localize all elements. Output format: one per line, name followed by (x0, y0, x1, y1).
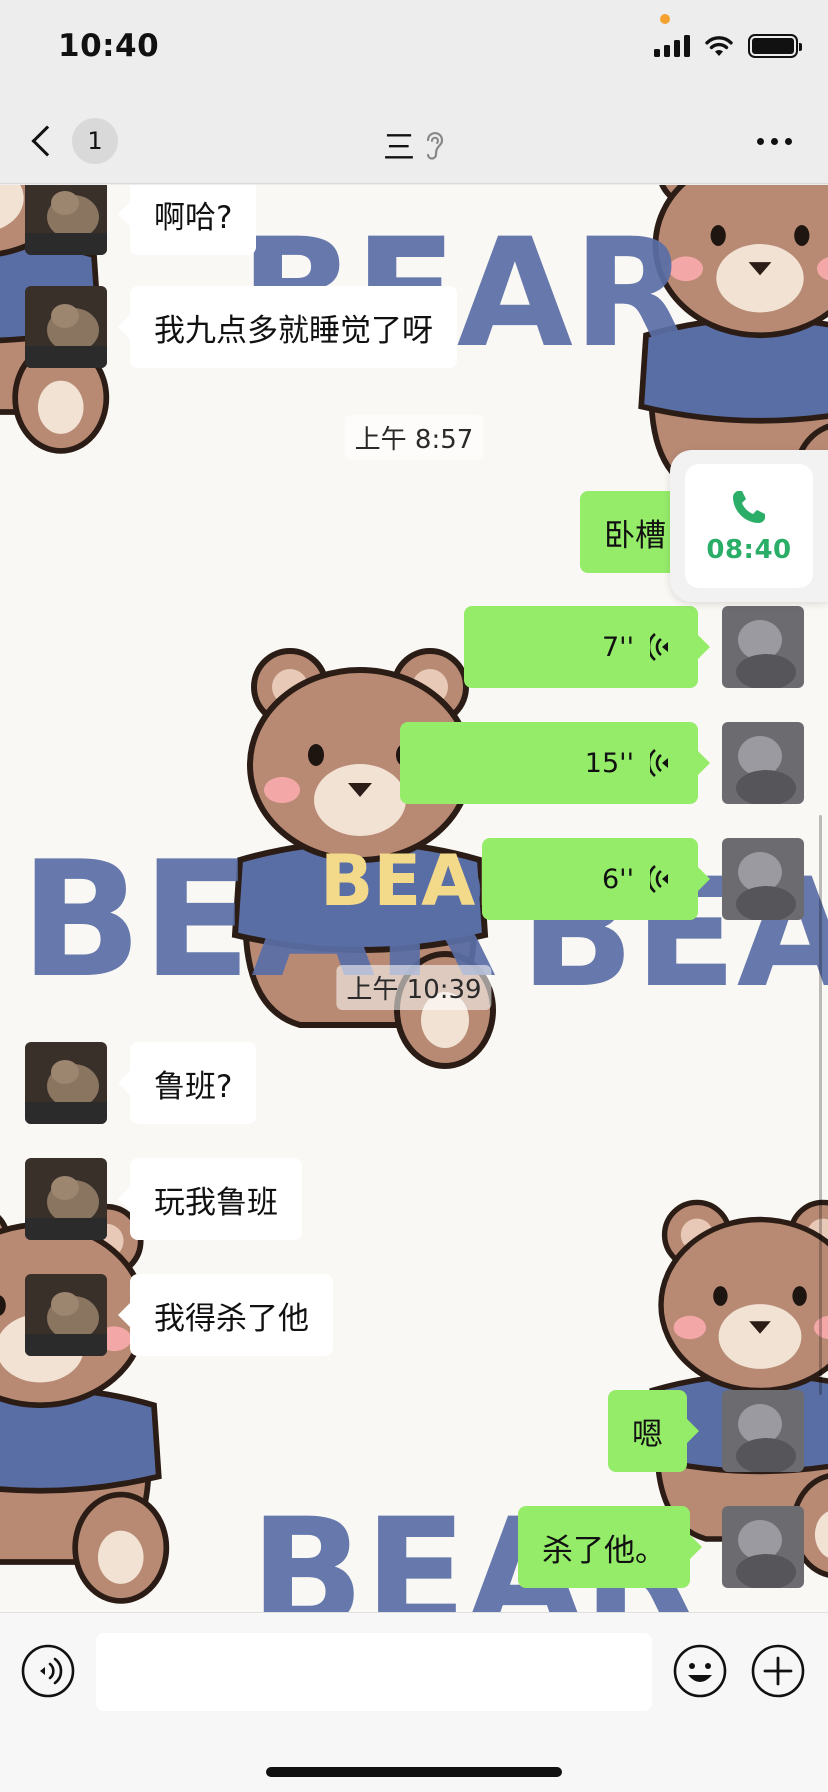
my-avatar[interactable] (722, 838, 804, 920)
cellular-signal-icon (654, 35, 690, 57)
more-options-button[interactable] (757, 138, 792, 145)
wifi-icon (705, 36, 733, 56)
outgoing-message[interactable]: 杀了他。 (518, 1506, 702, 1588)
voice-duration: 15'' (584, 747, 634, 779)
contact-avatar[interactable] (25, 1274, 107, 1356)
voice-duration: 7'' (601, 631, 634, 663)
input-bar (0, 1612, 828, 1792)
more-icon (757, 138, 764, 145)
voice-message[interactable]: 6'' (482, 838, 710, 920)
bear-wallpaper: BEAR BEAR BEAR BEAR BEAR (0, 185, 828, 1612)
chat-title-group: 三 (0, 122, 828, 168)
call-timer: 08:40 (706, 535, 792, 565)
my-avatar[interactable] (722, 1390, 804, 1472)
message-timestamp: 上午 10:39 (336, 965, 492, 1010)
voice-icon (650, 633, 668, 661)
voice-icon (650, 749, 668, 777)
incoming-message[interactable]: 鲁班? (117, 1042, 257, 1124)
incoming-message[interactable]: 我九点多就睡觉了呀 (118, 286, 457, 368)
voice-toggle-icon[interactable] (20, 1643, 76, 1699)
status-bar: 10:40 (0, 0, 828, 100)
message-input[interactable] (96, 1633, 652, 1711)
contact-avatar[interactable] (25, 1042, 107, 1124)
incoming-message[interactable]: 啊哈? (117, 185, 257, 255)
my-avatar[interactable] (722, 722, 804, 804)
incoming-message[interactable]: 玩我鲁班 (118, 1158, 302, 1240)
status-time: 10:40 (58, 28, 160, 64)
plus-icon[interactable] (750, 1643, 806, 1699)
outgoing-message[interactable]: 嗯 (608, 1390, 699, 1472)
voice-icon (650, 865, 668, 893)
voice-duration: 6'' (601, 863, 634, 895)
status-icons (654, 34, 802, 58)
message-timestamp: 上午 8:57 (344, 415, 484, 460)
voice-message[interactable]: 7'' (464, 606, 710, 688)
privacy-indicator-dot (660, 14, 670, 24)
incoming-message[interactable]: 我得杀了他 (118, 1274, 333, 1356)
ear-icon (426, 132, 444, 160)
ongoing-call-widget[interactable]: 08:40 (670, 450, 828, 602)
contact-avatar[interactable] (25, 286, 107, 368)
call-widget-card: 08:40 (685, 464, 813, 588)
home-indicator (266, 1767, 562, 1777)
battery-icon (748, 34, 802, 58)
phone-icon (733, 491, 765, 523)
contact-avatar[interactable] (25, 185, 107, 255)
my-avatar[interactable] (722, 1506, 804, 1588)
chat-title: 三 (382, 128, 415, 166)
chat-scrollbar[interactable] (819, 815, 822, 1395)
emoji-icon[interactable] (672, 1643, 728, 1699)
my-avatar[interactable] (722, 606, 804, 688)
contact-avatar[interactable] (25, 1158, 107, 1240)
chat-messages-area[interactable]: BEAR BEAR BEAR BEAR BEAR 啊哈? 我九点多就睡觉了呀 上… (0, 185, 828, 1612)
chat-header: 1 三 (0, 100, 828, 184)
voice-message[interactable]: 15'' (400, 722, 710, 804)
